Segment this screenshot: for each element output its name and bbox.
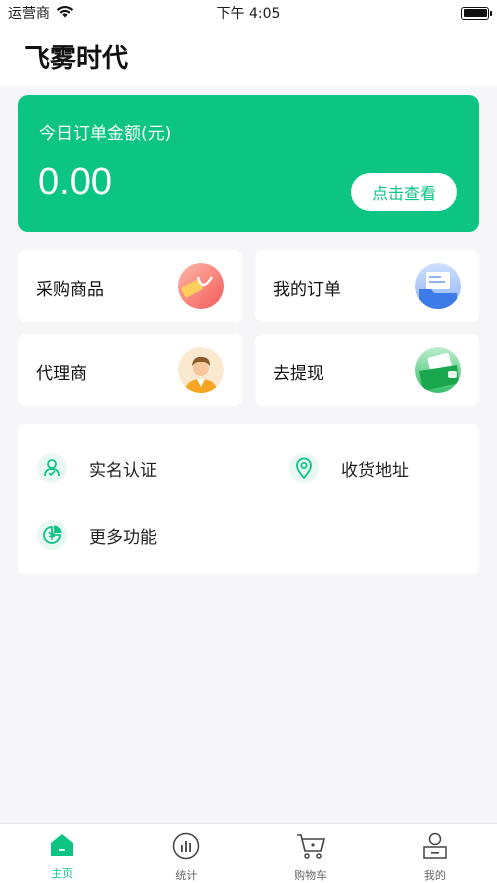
tab-stats-label: 统计 xyxy=(175,869,198,882)
tab-home[interactable]: 主页 xyxy=(0,824,124,883)
order-amount-label: 今日订单金额(元) xyxy=(39,124,172,144)
status-bar: 运营商 下午 4:05 xyxy=(0,0,497,26)
shipping-address-label: 收货地址 xyxy=(341,460,409,481)
tab-mine[interactable]: 我的 xyxy=(373,824,497,883)
stats-chart-icon xyxy=(172,832,200,864)
shopping-cart-icon xyxy=(296,832,326,864)
shipping-address-item[interactable]: 收货地址 xyxy=(289,453,409,483)
tab-stats[interactable]: 统计 xyxy=(124,824,248,883)
order-list-icon xyxy=(415,263,461,309)
more-features-item[interactable]: 更多功能 xyxy=(37,520,157,550)
tab-cart[interactable]: 购物车 xyxy=(249,824,373,883)
wifi-icon xyxy=(56,5,74,22)
user-verify-icon xyxy=(37,453,67,483)
status-time: 下午 4:05 xyxy=(216,6,281,22)
agent-label: 代理商 xyxy=(36,364,87,384)
view-orders-button[interactable]: 点击查看 xyxy=(351,173,457,211)
shopping-bag-icon xyxy=(178,263,224,309)
wallet-icon xyxy=(415,347,461,393)
today-order-card: 今日订单金额(元) 0.00 点击查看 xyxy=(18,95,479,232)
tab-home-label: 主页 xyxy=(51,867,74,880)
my-orders-label: 我的订单 xyxy=(273,280,341,300)
bottom-tab-bar: 主页 统计 购物车 我的 xyxy=(0,823,497,883)
home-icon xyxy=(49,832,75,862)
purchase-goods-tile[interactable]: 采购商品 xyxy=(18,250,242,322)
my-orders-tile[interactable]: 我的订单 xyxy=(255,250,479,322)
real-name-auth-label: 实名认证 xyxy=(89,460,157,481)
yuan-chart-icon xyxy=(37,520,67,550)
user-profile-icon xyxy=(422,832,448,864)
withdraw-label: 去提现 xyxy=(273,364,324,384)
carrier-label: 运营商 xyxy=(8,6,50,22)
page-title: 飞雾时代 xyxy=(24,44,129,74)
more-features-label: 更多功能 xyxy=(89,527,157,548)
purchase-goods-label: 采购商品 xyxy=(36,280,104,300)
location-pin-icon xyxy=(289,453,319,483)
function-panel: 实名认证 收货地址 更多功能 xyxy=(18,424,479,574)
tab-cart-label: 购物车 xyxy=(294,869,328,882)
withdraw-tile[interactable]: 去提现 xyxy=(255,334,479,406)
battery-icon xyxy=(461,6,492,20)
order-amount-value: 0.00 xyxy=(38,161,112,203)
agent-tile[interactable]: 代理商 xyxy=(18,334,242,406)
tab-mine-label: 我的 xyxy=(423,869,446,882)
person-avatar-icon xyxy=(178,347,224,393)
real-name-auth-item[interactable]: 实名认证 xyxy=(37,453,157,483)
